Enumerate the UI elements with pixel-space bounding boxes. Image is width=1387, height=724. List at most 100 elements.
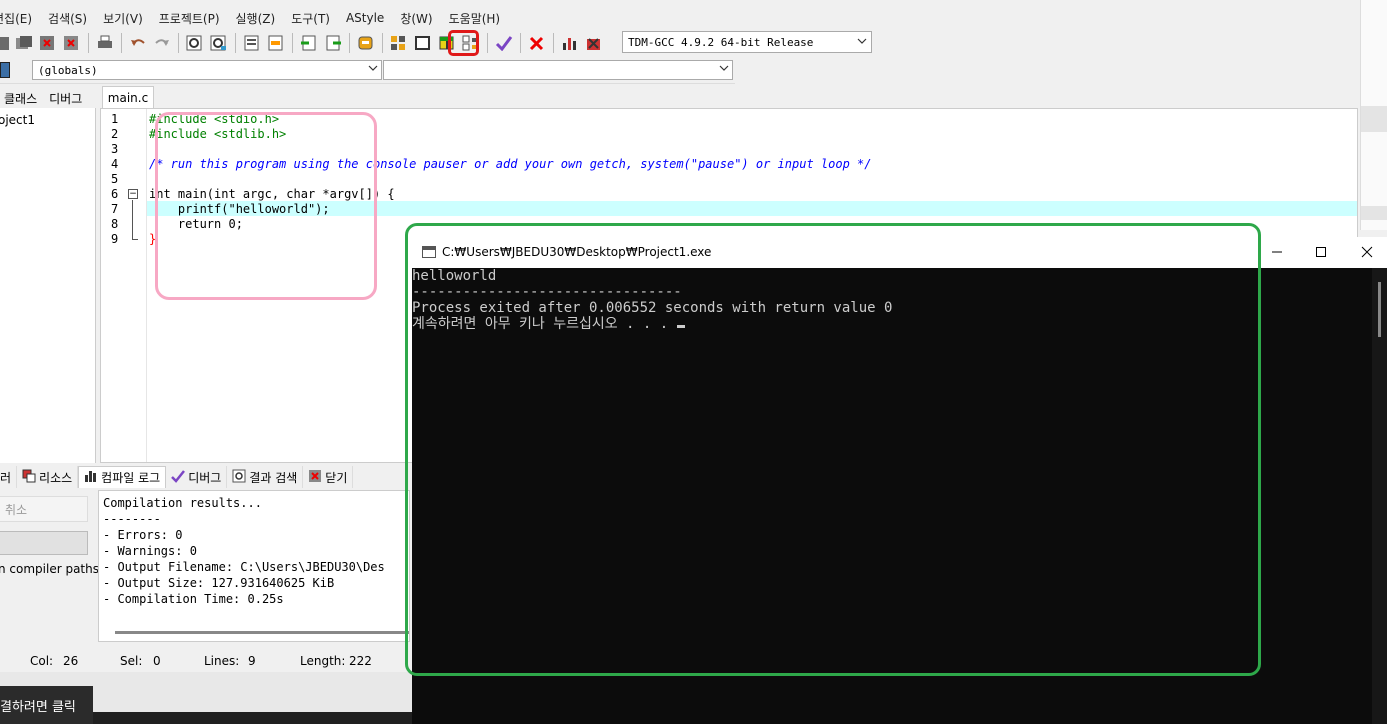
status-lines: 9 bbox=[248, 654, 256, 668]
line-number: 9 bbox=[111, 232, 119, 246]
toolbar-separator bbox=[235, 33, 236, 53]
member-select[interactable] bbox=[383, 60, 733, 80]
chart-icon[interactable] bbox=[560, 33, 580, 53]
log-line: - Output Filename: C:\Users\JBEDU30\Des bbox=[103, 560, 385, 574]
line-gutter: 1 2 3 4 5 6 7 8 9 − bbox=[101, 109, 147, 462]
right-edge-panel bbox=[1360, 0, 1387, 230]
class-browser-icon[interactable] bbox=[0, 62, 10, 78]
status-sel: 0 bbox=[153, 654, 161, 668]
status-length-label: Length: bbox=[300, 654, 346, 668]
toolbar-separator bbox=[487, 33, 488, 53]
toolbar-separator bbox=[553, 33, 554, 53]
status-lines-label: Lines: bbox=[204, 654, 240, 668]
fold-line bbox=[132, 200, 133, 240]
log-line: - Errors: 0 bbox=[103, 528, 183, 542]
close-all-icon[interactable] bbox=[62, 33, 82, 53]
status-sel-label: Sel: bbox=[120, 654, 143, 668]
status-col: 26 bbox=[63, 654, 79, 668]
tab-compile-log[interactable]: 컴파일 로그 bbox=[78, 466, 167, 488]
back-icon[interactable] bbox=[323, 33, 343, 53]
menu-tools[interactable]: 도구(T) bbox=[283, 10, 338, 27]
bookmark-icon[interactable] bbox=[356, 33, 376, 53]
minimize-icon[interactable] bbox=[1266, 241, 1288, 263]
maximize-icon[interactable] bbox=[1310, 241, 1332, 263]
toolbar-separator bbox=[292, 33, 293, 53]
close-icon[interactable] bbox=[1356, 241, 1378, 263]
menu-search[interactable]: 검색(S) bbox=[40, 10, 95, 27]
compile-controls: 취소 n compiler paths bbox=[0, 490, 99, 645]
tab-find-results[interactable]: 결과 검색 bbox=[227, 466, 304, 488]
menu-run[interactable]: 실행(Z) bbox=[228, 10, 284, 27]
print-icon[interactable] bbox=[95, 33, 115, 53]
left-panel-tabs: 클래스 디버그 bbox=[0, 88, 96, 108]
scope-select[interactable]: (globals) bbox=[32, 60, 382, 80]
status-bar: Col: 26 Sel: 0 Lines: 9 Length: 222 bbox=[0, 651, 410, 671]
menu-view[interactable]: 보기(V) bbox=[95, 10, 151, 27]
tooltip: 결하려면 클릭 bbox=[0, 686, 93, 724]
log-line: - Warnings: 0 bbox=[103, 544, 197, 558]
status-col-label: Col: bbox=[30, 654, 54, 668]
menu-astyle[interactable]: AStyle bbox=[338, 11, 392, 25]
annotation-pink-box bbox=[155, 112, 377, 300]
log-line: - Compilation Time: 0.25s bbox=[103, 592, 284, 606]
resources-icon bbox=[22, 469, 36, 486]
menu-window[interactable]: 창(W) bbox=[392, 10, 440, 27]
open-icon[interactable] bbox=[14, 33, 34, 53]
line-number: 2 bbox=[111, 127, 119, 141]
menu-project[interactable]: 프로젝트(P) bbox=[151, 10, 228, 27]
unindent-icon[interactable] bbox=[266, 33, 286, 53]
undo-icon[interactable] bbox=[128, 33, 148, 53]
check-icon[interactable] bbox=[494, 33, 514, 53]
compile-icon[interactable] bbox=[389, 33, 409, 53]
tab-close[interactable]: 닫기 bbox=[303, 466, 354, 488]
toolbar-separator bbox=[88, 33, 89, 53]
indent-icon[interactable] bbox=[242, 33, 262, 53]
tab-classes[interactable]: 클래스 bbox=[0, 90, 43, 107]
chevron-down-icon bbox=[719, 63, 729, 76]
tab-debug[interactable]: 디버그 bbox=[43, 90, 88, 107]
find-icon[interactable] bbox=[185, 33, 205, 53]
close-icon[interactable] bbox=[38, 33, 58, 53]
tab-resources[interactable]: 리소스 bbox=[17, 466, 79, 488]
line-number: 8 bbox=[111, 217, 119, 231]
cancel-button[interactable]: 취소 bbox=[0, 496, 88, 522]
annotation-green-box bbox=[405, 223, 1261, 676]
toolbar-separator bbox=[178, 33, 179, 53]
menu-bar: 편집(E) 검색(S) 보기(V) 프로젝트(P) 실행(Z) 도구(T) AS… bbox=[0, 8, 1360, 28]
stop-icon[interactable] bbox=[527, 33, 547, 53]
menu-edit[interactable]: 편집(E) bbox=[0, 10, 40, 27]
fold-end bbox=[132, 239, 138, 240]
tab-debug-bottom[interactable]: 디버그 bbox=[166, 466, 228, 488]
menu-help[interactable]: 도움말(H) bbox=[441, 10, 509, 27]
log-scrollbar[interactable] bbox=[115, 631, 409, 634]
toolbar-separator bbox=[349, 33, 350, 53]
goto-icon[interactable] bbox=[299, 33, 319, 53]
compile-log: Compilation results... -------- - Errors… bbox=[98, 490, 410, 642]
redo-icon[interactable] bbox=[152, 33, 172, 53]
debug-icon[interactable] bbox=[584, 33, 604, 53]
search-icon bbox=[232, 469, 246, 486]
console-scroll-thumb[interactable] bbox=[1378, 282, 1381, 337]
fold-collapse-icon[interactable]: − bbox=[128, 189, 138, 199]
blank-button[interactable] bbox=[0, 531, 88, 555]
line-number: 7 bbox=[111, 202, 119, 216]
line-number: 3 bbox=[111, 142, 119, 156]
console-scrollbar[interactable] bbox=[1372, 268, 1387, 724]
chart-icon bbox=[84, 469, 98, 486]
compiler-select[interactable]: TDM-GCC 4.9.2 64-bit Release bbox=[622, 31, 872, 53]
compiler-select-value: TDM-GCC 4.9.2 64-bit Release bbox=[628, 35, 814, 49]
toolbar-separator bbox=[121, 33, 122, 53]
compiler-paths-label: n compiler paths bbox=[0, 562, 99, 576]
taskbar-strip bbox=[93, 712, 412, 724]
new-icon[interactable] bbox=[0, 33, 10, 53]
tab-main-c[interactable]: main.c bbox=[102, 86, 154, 108]
replace-icon[interactable] bbox=[209, 33, 229, 53]
log-line: - Output Size: 127.931640625 KiB bbox=[103, 576, 335, 590]
log-line: -------- bbox=[103, 512, 161, 526]
scope-toolbar: (globals) bbox=[0, 58, 735, 84]
run-icon[interactable] bbox=[413, 33, 433, 53]
toolbar-separator bbox=[382, 33, 383, 53]
project-item[interactable]: oject1 bbox=[0, 113, 35, 127]
tab-compiler[interactable]: 러 bbox=[0, 466, 18, 488]
line-number: 6 bbox=[111, 187, 119, 201]
